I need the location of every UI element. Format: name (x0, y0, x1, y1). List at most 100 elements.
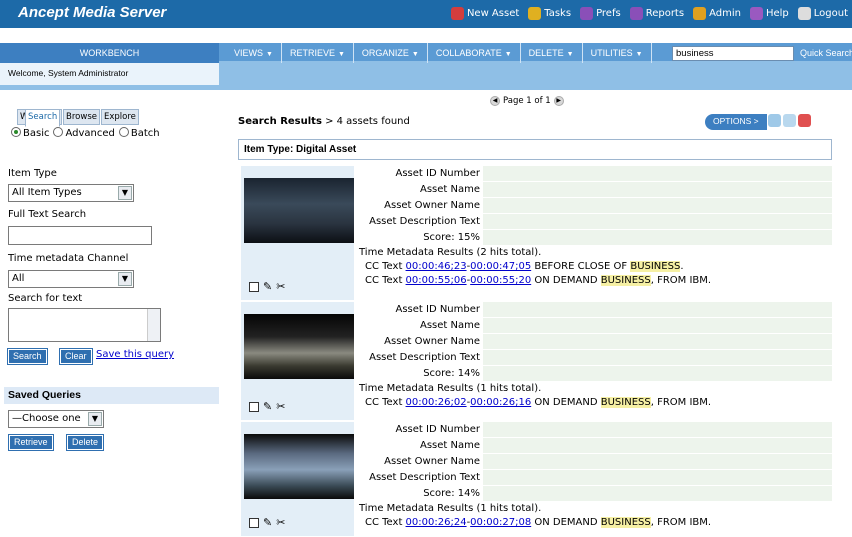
pager: ◀ Page 1 of 1 ▶ (490, 96, 564, 106)
menu-delete[interactable]: DELETE ▼ (521, 43, 583, 63)
topnav-label: New Asset (466, 8, 520, 19)
radio-label: Batch (130, 128, 160, 139)
top-nav: New Asset Tasks Prefs Reports Admin Help Logou… (450, 7, 848, 20)
saved-queries-title: Saved Queries (4, 387, 219, 404)
menu-views[interactable]: VIEWS ▼ (226, 43, 282, 63)
prefs-icon (580, 7, 594, 20)
cc-hit: CC Text 00:00:26;02-00:00:26;16 ON DEMAN… (359, 396, 832, 410)
metadata-key: Asset Name (359, 318, 483, 334)
edit-icon[interactable]: ✎ (263, 400, 272, 413)
menu-collaborate[interactable]: COLLABORATE ▼ (428, 43, 521, 63)
select-checkbox[interactable] (249, 281, 259, 292)
timecode-start-link[interactable]: 00:00:26;24 (406, 517, 467, 528)
asset-thumbnail[interactable] (244, 178, 354, 243)
radio-label: Basic (23, 128, 50, 139)
asset-metadata: Asset ID Number Asset Name Asset Owner Nam… (359, 302, 832, 410)
quick-search-button[interactable]: Quick Search (800, 45, 852, 62)
saved-queries-value: —Choose one (12, 413, 81, 424)
delete-button[interactable]: Delete (65, 434, 105, 451)
chevron-down-icon: ▼ (118, 272, 132, 286)
timecode-end-link[interactable]: 00:00:27;08 (470, 517, 531, 528)
clear-button[interactable]: Clear (59, 348, 93, 365)
search-button[interactable]: Search (7, 348, 48, 365)
metadata-row: Asset Description Text (359, 470, 832, 486)
quick-search-input[interactable]: business (672, 46, 794, 61)
timecode-end-link[interactable]: 00:00:47;05 (470, 261, 531, 272)
topnav-label: Admin (709, 8, 741, 19)
multi-check-icon[interactable] (783, 114, 796, 127)
delete-icon[interactable]: ✂ (276, 280, 285, 293)
menu-organize[interactable]: ORGANIZE ▼ (354, 43, 428, 63)
metadata-key: Asset Owner Name (359, 454, 483, 470)
metadata-key: Asset Name (359, 182, 483, 198)
select-checkbox[interactable] (249, 517, 259, 528)
tab-explore[interactable]: Explore (100, 109, 139, 125)
logout-icon (797, 7, 811, 20)
cc-text: , FROM IBM. (650, 397, 712, 408)
topnav-prefs[interactable]: Prefs (580, 7, 621, 20)
save-query-link[interactable]: Save this query (96, 349, 174, 360)
metadata-row: Asset ID Number (359, 302, 832, 318)
highlighted-term: BUSINESS (600, 517, 651, 528)
timecode-start-link[interactable]: 00:00:46;23 (406, 261, 467, 272)
radio-batch[interactable]: Batch (118, 127, 160, 139)
thumbnail-actions: ✎ ✂ (249, 516, 285, 529)
chevron-down-icon: ▼ (635, 51, 643, 58)
asset-metadata: Asset ID Number Asset Name Asset Owner Nam… (359, 422, 832, 530)
asset-thumbnail[interactable] (244, 314, 354, 379)
timecode-end-link[interactable]: 00:00:55;20 (470, 275, 531, 286)
cc-hit: CC Text 00:00:46;23-00:00:47;05 BEFORE C… (359, 260, 832, 274)
edit-icon[interactable]: ✎ (263, 516, 272, 529)
retrieve-button[interactable]: Retrieve (8, 434, 54, 451)
search-text-label: Search for text (8, 293, 83, 304)
timecode-end-link[interactable]: 00:00:26;16 (470, 397, 531, 408)
delete-icon[interactable]: ✂ (276, 400, 285, 413)
full-text-input[interactable] (8, 226, 152, 245)
menu-label: UTILITIES (590, 48, 633, 58)
timecode-start-link[interactable]: 00:00:55;06 (406, 275, 467, 286)
edit-icon[interactable]: ✎ (263, 280, 272, 293)
prev-page-icon[interactable]: ◀ (490, 96, 500, 106)
menu-utilities[interactable]: UTILITIES ▼ (583, 43, 652, 63)
search-text-textarea[interactable] (8, 308, 161, 342)
timecode-start-link[interactable]: 00:00:26;02 (406, 397, 467, 408)
saved-queries-select[interactable]: —Choose one ▼ (8, 410, 104, 428)
chevron-down-icon: ▼ (88, 412, 102, 426)
textarea-scrollbar[interactable] (147, 309, 160, 341)
score-value (483, 366, 832, 382)
item-type-select[interactable]: All Item Types ▼ (8, 184, 134, 202)
menu-retrieve[interactable]: RETRIEVE ▼ (282, 43, 354, 63)
tab-search[interactable]: Search (25, 109, 61, 127)
topnav-tasks[interactable]: Tasks (528, 7, 571, 20)
topnav-help[interactable]: Help (749, 7, 789, 20)
welcome-text: Welcome, System Administrator (0, 63, 219, 85)
topnav-admin[interactable]: Admin (693, 7, 741, 20)
metadata-value (483, 454, 832, 470)
tab-browse[interactable]: Browse (63, 109, 100, 125)
options-button[interactable]: OPTIONS > (705, 114, 767, 130)
full-text-label: Full Text Search (8, 209, 87, 220)
topnav-logout[interactable]: Logout (797, 7, 848, 20)
search-results-count: > 4 assets found (321, 116, 410, 127)
radio-icon (53, 127, 64, 137)
topnav-new-asset[interactable]: New Asset (450, 7, 520, 20)
metadata-row: Asset Owner Name (359, 198, 832, 214)
asset-thumbnail[interactable] (244, 434, 354, 499)
metadata-row: Asset ID Number (359, 422, 832, 438)
search-mode-radios: Basic Advanced Batch (11, 127, 160, 139)
next-page-icon[interactable]: ▶ (553, 96, 564, 106)
select-checkbox[interactable] (249, 401, 259, 412)
score-label: Score: 14% (359, 366, 483, 382)
delete-icon[interactable]: ✂ (276, 516, 285, 529)
metadata-value (483, 214, 832, 230)
time-channel-select[interactable]: All ▼ (8, 270, 134, 288)
cc-hit: CC Text 00:00:55;06-00:00:55;20 ON DEMAN… (359, 274, 832, 288)
radio-basic[interactable]: Basic (11, 127, 49, 139)
radio-advanced[interactable]: Advanced (53, 127, 115, 139)
metadata-value (483, 318, 832, 334)
topnav-reports[interactable]: Reports (629, 7, 684, 20)
check-icon[interactable] (768, 114, 781, 127)
metadata-key: Asset Name (359, 438, 483, 454)
chevron-down-icon: ▼ (504, 51, 512, 58)
clear-selection-icon[interactable] (798, 114, 811, 127)
